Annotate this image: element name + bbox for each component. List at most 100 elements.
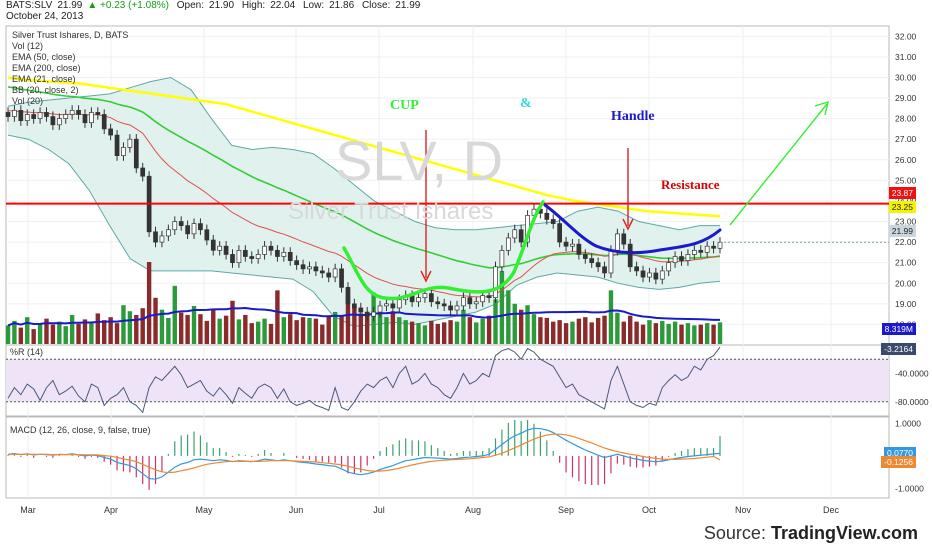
x-tick-label: Dec — [823, 505, 840, 515]
candle-body — [717, 241, 723, 249]
volume-bar — [538, 317, 543, 344]
volume-bar — [576, 318, 582, 344]
volume-bar — [69, 314, 75, 344]
candle-body — [615, 233, 620, 251]
volume-bar — [493, 299, 498, 344]
volume-bar — [589, 322, 594, 344]
candle-body — [242, 249, 248, 257]
candle-body — [499, 249, 505, 268]
volume-bar — [377, 312, 383, 344]
volume-bar — [653, 323, 659, 344]
candle-body — [396, 299, 402, 309]
candle-body — [307, 266, 312, 270]
candle-body — [608, 249, 614, 274]
candle-body — [300, 264, 306, 270]
volume-bar — [262, 318, 267, 344]
cup-annotation: CUP — [390, 98, 419, 113]
volume-bar — [422, 325, 428, 344]
source-credit: Source: TradingView.com — [704, 523, 918, 544]
candle-body — [281, 252, 287, 257]
y-tick-label: 21.00 — [895, 258, 917, 268]
candle-body — [185, 225, 190, 235]
x-tick-label: Sep — [558, 505, 574, 515]
candle-body — [114, 134, 120, 157]
legend-item[interactable]: Vol (20) — [12, 96, 128, 107]
y-tick-label: 1.0000 — [895, 418, 921, 428]
volume-bar — [627, 315, 633, 344]
volume-bar — [281, 317, 287, 344]
candle-body — [621, 233, 627, 245]
low-label: Low: — [303, 0, 325, 11]
williams-r-band — [6, 359, 889, 402]
high-label: High: — [241, 0, 266, 11]
volume-bar — [198, 314, 203, 344]
candle-body — [76, 110, 81, 115]
candle-body — [704, 245, 710, 253]
legend-item[interactable]: EMA (21, close) — [12, 74, 128, 85]
volume-bar — [268, 323, 274, 344]
volume-bar — [25, 317, 30, 344]
candle-body — [268, 245, 274, 251]
candle-body — [352, 303, 357, 309]
candle-body — [493, 266, 498, 299]
volume-bar — [660, 320, 665, 344]
volume-bar — [121, 305, 126, 344]
candle-body — [255, 254, 261, 259]
legend-item[interactable]: EMA (200, close) — [12, 63, 128, 74]
legend-item[interactable]: Silver Trust Ishares, D, BATS — [12, 30, 128, 41]
x-tick-label: May — [195, 505, 213, 515]
candle-body — [582, 254, 588, 259]
candle-body — [121, 147, 126, 157]
x-tick-label: Nov — [735, 505, 752, 515]
volume-bar — [204, 320, 210, 344]
volume-bar — [557, 320, 562, 344]
volume-bar — [570, 321, 575, 344]
candle-body — [371, 311, 376, 317]
legend-item[interactable]: BB (20, close, 2) — [12, 85, 128, 96]
candle-body — [672, 256, 678, 264]
candle-body — [384, 303, 389, 307]
candle-body — [56, 118, 62, 126]
legend-item[interactable]: EMA (50, close) — [12, 52, 128, 63]
candle-body — [172, 221, 178, 231]
volume-bar — [448, 320, 453, 344]
volume-bar — [486, 315, 492, 344]
volume-bar — [18, 327, 24, 344]
volume-bar — [441, 322, 447, 344]
y-tick-label: -40.0000 — [895, 368, 929, 378]
candle-body — [37, 112, 43, 119]
volume-bar — [621, 321, 626, 344]
candle-body — [602, 266, 607, 274]
symbol: BATS:SLV — [6, 0, 53, 11]
volume-bar — [294, 320, 299, 344]
volume-bar — [435, 323, 440, 344]
candle-body — [223, 245, 229, 255]
candle-body — [326, 272, 332, 278]
y-tick-label: 22.00 — [895, 237, 917, 247]
volume-bar — [172, 285, 177, 344]
volume-bar — [146, 262, 152, 344]
candle-body — [198, 223, 203, 231]
volume-bar — [37, 323, 43, 344]
candle-body — [570, 243, 575, 247]
volume-bar — [672, 321, 678, 344]
low-value: 21.86 — [329, 0, 355, 11]
x-tick-label: Apr — [104, 505, 118, 515]
volume-bar — [140, 308, 145, 344]
x-tick-label: Jul — [373, 505, 385, 515]
volume-bar — [698, 324, 703, 344]
candle-body — [166, 229, 171, 237]
candle-body — [563, 241, 569, 247]
legend-item[interactable]: Vol (12) — [12, 41, 128, 52]
williams-r-value-tag: -3.2164 — [881, 343, 916, 355]
volume-bar — [512, 303, 517, 344]
candle-body — [230, 254, 235, 264]
candle-body — [691, 249, 697, 255]
candle-body — [133, 138, 139, 169]
candle-body — [473, 301, 479, 305]
y-tick-label: 31.00 — [895, 52, 917, 62]
candle-body — [711, 245, 716, 249]
volume-bar — [666, 323, 671, 344]
candle-body — [275, 249, 280, 257]
candle-body — [634, 266, 639, 272]
